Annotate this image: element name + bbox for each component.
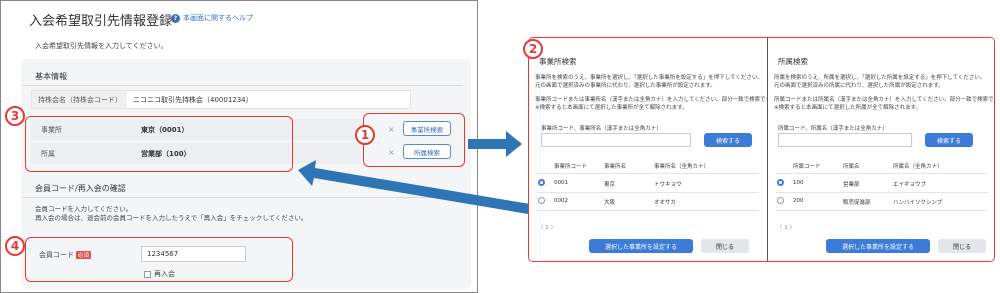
table-divider xyxy=(776,210,988,211)
table-divider xyxy=(537,210,759,211)
dept-search-submit-button[interactable]: 検索する xyxy=(925,133,973,147)
dept-search-input[interactable] xyxy=(778,133,912,147)
dept-pager[interactable]: 〈 1 〉 xyxy=(777,223,795,231)
office-row-name: 東京 xyxy=(604,182,616,188)
office-search-submit-button[interactable]: 検索する xyxy=(704,133,752,147)
dept-row-kana: ハンバイソクシンブ xyxy=(893,200,943,206)
dept-panel-desc-3: 所属コードまたは所属名（漢字または全角カナ）を入力してください。部分一致で検索で… xyxy=(774,97,995,103)
dept-col-name: 所属名 xyxy=(843,164,860,170)
office-panel-desc-4: ※検索すると本画面にて選択した事業所が全て解除されます。 xyxy=(535,105,688,111)
arrow-right xyxy=(468,131,522,157)
dept-row-code: 100 xyxy=(793,180,804,186)
dept-col-kana: 所属名（全角カナ） xyxy=(893,164,943,170)
office-panel-title: 事業所検索 xyxy=(539,57,577,66)
office-row-radio[interactable] xyxy=(538,179,545,186)
table-divider xyxy=(537,192,759,193)
office-set-button[interactable]: 選択した事業所を設定する xyxy=(589,239,693,253)
office-row-radio[interactable] xyxy=(538,197,545,204)
office-close-button[interactable]: 閉じる xyxy=(701,239,749,253)
office-row-kana: トウキョウ xyxy=(654,182,682,188)
dept-row-kana: エイギョウブ xyxy=(893,182,927,188)
office-col-kana: 事業所名（全角カナ） xyxy=(654,164,710,170)
table-divider xyxy=(776,173,988,174)
dept-col-code: 所属コード xyxy=(793,164,821,170)
dept-row-name: 営業部 xyxy=(843,182,860,188)
office-panel-desc-3: 事業所コードまたは事業所名（漢字または全角カナ）を入力してください。部分一致で検… xyxy=(535,97,767,103)
dept-panel-desc-1: 所属を検索のうえ、所属を選択し、「選択した所属を設定する」を押下してください。 xyxy=(774,75,986,81)
arrow-back xyxy=(298,160,530,214)
table-divider xyxy=(537,173,759,174)
office-col-name: 事業所名 xyxy=(604,164,627,170)
annotation-badge-2: 2 xyxy=(523,39,543,59)
dept-search-panel: 所属検索 所属を検索のうえ、所属を選択し、「選択した所属を設定する」を押下してく… xyxy=(768,38,995,261)
dept-row-radio[interactable] xyxy=(777,179,784,186)
office-panel-desc-1: 事業所を検索のうえ、事業所を選択し、「選択した事業所を設定する」を押下してくださ… xyxy=(535,75,763,81)
office-row-code: 0002 xyxy=(554,198,568,204)
search-panels: 事業所検索 事業所を検索のうえ、事業所を選択し、「選択した事業所を設定する」を押… xyxy=(528,37,995,262)
office-pager[interactable]: 〈 1 〉 xyxy=(538,223,556,231)
table-divider xyxy=(776,192,988,193)
dept-set-button[interactable]: 選択した事業所を設定する xyxy=(826,239,930,253)
office-col-code: 事業所コード xyxy=(554,164,588,170)
office-row-kana: オオサカ xyxy=(654,200,677,206)
dept-panel-desc-4: ※検索すると本画面にて選択した所属が全て解除されます。 xyxy=(774,105,922,111)
dept-row-code: 200 xyxy=(793,198,804,204)
dept-row-radio[interactable] xyxy=(777,197,784,204)
dept-close-button[interactable]: 閉じる xyxy=(938,239,986,253)
dept-row-name: 販売促進部 xyxy=(843,200,871,206)
office-panel-desc-2: 元の画面で選択済みの事業所に代わり、選択した事業所が設定されます。 xyxy=(535,83,716,89)
office-row-name: 大阪 xyxy=(604,200,616,206)
dept-input-label: 所属コード、所属名（漢字または全角カナ） xyxy=(778,126,888,132)
office-input-label: 事業所コード、事業所名（漢字または全角カナ） xyxy=(541,126,662,132)
office-row-code: 0001 xyxy=(554,180,568,186)
office-search-input[interactable] xyxy=(541,133,691,147)
dept-panel-title: 所属検索 xyxy=(778,57,808,66)
office-search-panel: 事業所検索 事業所を検索のうえ、事業所を選択し、「選択した事業所を設定する」を押… xyxy=(529,38,767,261)
dept-panel-desc-2: 元の画面で選択済みの所属に代わり、選択した所属が設定されます。 xyxy=(774,83,944,89)
